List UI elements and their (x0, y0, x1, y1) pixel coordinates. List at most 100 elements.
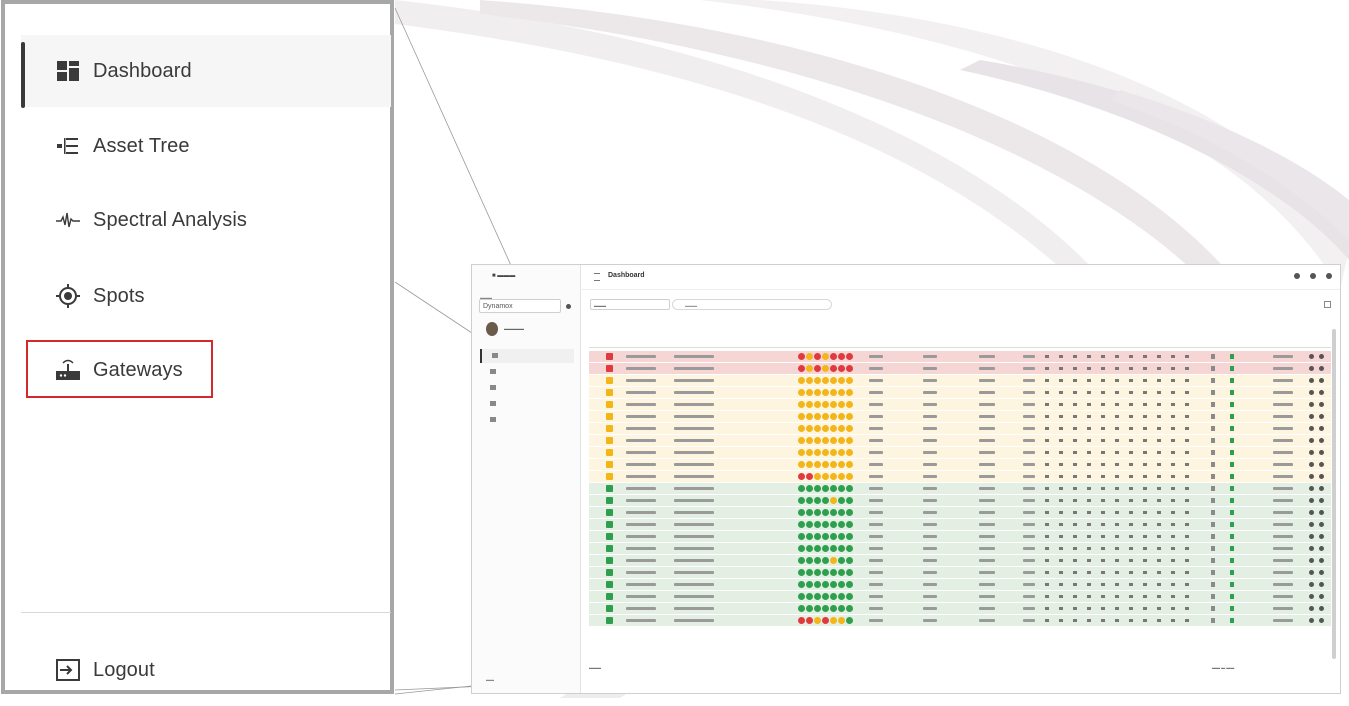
action-icon[interactable] (1319, 438, 1324, 443)
action-icon[interactable] (1319, 354, 1324, 359)
action-icon[interactable] (1309, 606, 1314, 611)
action-icon[interactable] (1319, 558, 1324, 563)
action-icon[interactable] (1319, 570, 1324, 575)
action-icon[interactable] (1309, 390, 1314, 395)
action-icon[interactable] (1309, 366, 1314, 371)
action-icon[interactable] (1319, 606, 1324, 611)
mini-nav-spectral[interactable] (480, 381, 572, 395)
table-row[interactable] (589, 387, 1331, 398)
action-icon[interactable] (1319, 594, 1324, 599)
action-icon[interactable] (1309, 534, 1314, 539)
mini-user: ▬▬▬▬▬ (480, 321, 572, 337)
sensor-icon (1211, 378, 1215, 383)
action-icon[interactable] (1319, 534, 1324, 539)
action-icon[interactable] (1319, 462, 1324, 467)
action-icon[interactable] (1309, 486, 1314, 491)
logout-button[interactable]: Logout (21, 634, 391, 706)
action-icon[interactable] (1309, 618, 1314, 623)
nav-item-asset-tree[interactable]: Asset Tree (21, 110, 391, 182)
table-row[interactable] (589, 447, 1331, 458)
table-row[interactable] (589, 567, 1331, 578)
mini-nav-spots[interactable] (480, 397, 572, 411)
mini-settings-dot[interactable] (566, 304, 571, 309)
table-row[interactable] (589, 495, 1331, 506)
action-icon[interactable] (1319, 474, 1324, 479)
filter-icon[interactable] (1324, 301, 1331, 308)
table-row[interactable] (589, 483, 1331, 494)
table-row[interactable] (589, 423, 1331, 434)
table-pagination[interactable]: ▬▬ ▬ ▬▬ (1212, 665, 1234, 670)
action-icon[interactable] (1309, 462, 1314, 467)
mini-nav-dashboard[interactable] (480, 349, 574, 363)
table-row[interactable] (589, 507, 1331, 518)
action-icon[interactable] (1309, 438, 1314, 443)
action-icon[interactable] (1309, 402, 1314, 407)
table-row[interactable] (589, 351, 1331, 362)
settings-icon[interactable] (1326, 273, 1332, 279)
table-row[interactable] (589, 555, 1331, 566)
action-icon[interactable] (1309, 546, 1314, 551)
table-row[interactable] (589, 363, 1331, 374)
help-icon[interactable] (1310, 273, 1316, 279)
table-row[interactable] (589, 459, 1331, 470)
action-icon[interactable] (1309, 498, 1314, 503)
mini-nav-gateways[interactable] (480, 413, 572, 427)
action-icon[interactable] (1309, 414, 1314, 419)
bell-icon[interactable] (1294, 273, 1300, 279)
table-row[interactable] (589, 471, 1331, 482)
menu-icon[interactable] (594, 273, 600, 281)
action-icon[interactable] (1319, 582, 1324, 587)
sensor-cell (1143, 571, 1147, 574)
last-update (1273, 463, 1293, 466)
mini-nav-asset-tree[interactable] (480, 365, 572, 379)
nav-item-spectral-analysis[interactable]: Spectral Analysis (21, 184, 391, 256)
last-update (1273, 487, 1293, 490)
action-icon[interactable] (1319, 378, 1324, 383)
table-row[interactable] (589, 375, 1331, 386)
table-row[interactable] (589, 579, 1331, 590)
cell-value (923, 559, 937, 562)
action-icon[interactable] (1319, 402, 1324, 407)
action-icon[interactable] (1319, 618, 1324, 623)
mini-logout[interactable]: ▬▬ (486, 677, 494, 682)
mini-filter-select[interactable]: ▬▬▬ (590, 299, 670, 310)
action-icon[interactable] (1309, 582, 1314, 587)
action-icon[interactable] (1319, 366, 1324, 371)
action-icon[interactable] (1319, 486, 1324, 491)
action-icon[interactable] (1319, 522, 1324, 527)
action-icon[interactable] (1319, 546, 1324, 551)
scrollbar[interactable] (1332, 329, 1336, 659)
action-icon[interactable] (1319, 510, 1324, 515)
action-icon[interactable] (1309, 354, 1314, 359)
action-icon[interactable] (1309, 522, 1314, 527)
table-row[interactable] (589, 543, 1331, 554)
action-icon[interactable] (1309, 510, 1314, 515)
action-icon[interactable] (1319, 498, 1324, 503)
table-row[interactable] (589, 591, 1331, 602)
cell-text (674, 367, 714, 370)
table-row[interactable] (589, 399, 1331, 410)
action-icon[interactable] (1309, 594, 1314, 599)
nav-item-spots[interactable]: Spots (21, 260, 391, 332)
action-icon[interactable] (1309, 570, 1314, 575)
mini-search-input[interactable]: ▬▬▬ (672, 299, 832, 310)
action-icon[interactable] (1319, 450, 1324, 455)
nav-item-dashboard[interactable]: Dashboard (21, 35, 391, 108)
action-icon[interactable] (1309, 558, 1314, 563)
table-row[interactable] (589, 435, 1331, 446)
table-row[interactable] (589, 531, 1331, 542)
action-icon[interactable] (1309, 426, 1314, 431)
action-icon[interactable] (1319, 414, 1324, 419)
table-row[interactable] (589, 615, 1331, 626)
sensor-icon (1211, 534, 1215, 539)
action-icon[interactable] (1319, 390, 1324, 395)
table-row[interactable] (589, 603, 1331, 614)
action-icon[interactable] (1309, 378, 1314, 383)
table-row[interactable] (589, 519, 1331, 530)
mini-org-select[interactable]: Dynamox (479, 299, 561, 313)
action-icon[interactable] (1309, 450, 1314, 455)
action-icon[interactable] (1309, 474, 1314, 479)
action-icon[interactable] (1319, 426, 1324, 431)
cell-text (979, 511, 995, 514)
table-row[interactable] (589, 411, 1331, 422)
